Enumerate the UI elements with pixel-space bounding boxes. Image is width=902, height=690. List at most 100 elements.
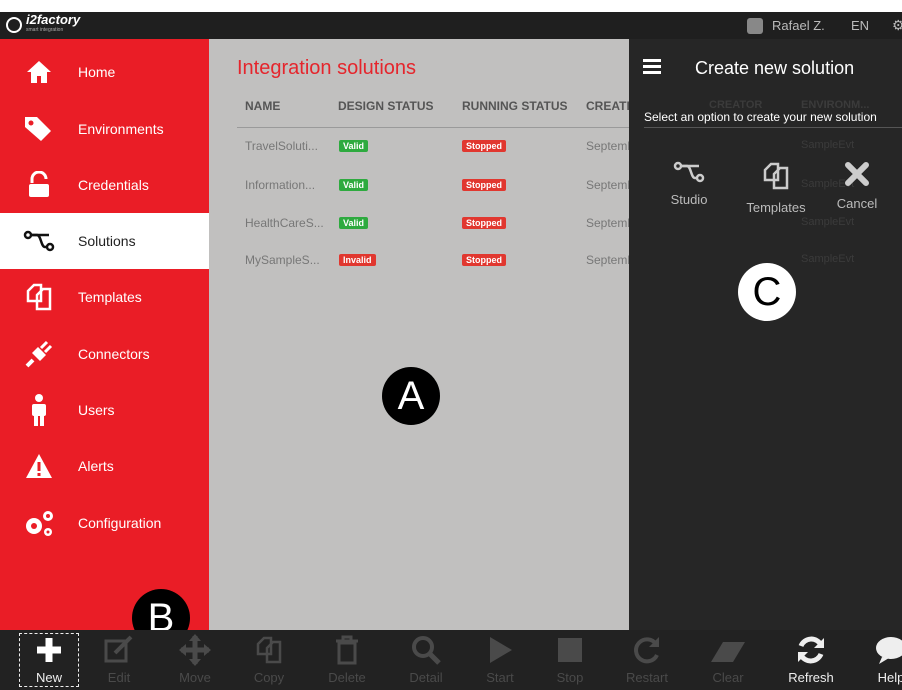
tool-label: Help (877, 670, 902, 685)
sidebar-item-label: Configuration (78, 515, 162, 531)
sidebar-item-label: Templates (78, 289, 142, 305)
column-header-design-status[interactable]: DESIGN STATUS (338, 99, 434, 113)
clear-button[interactable]: Clear (695, 630, 761, 690)
plus-icon (16, 630, 82, 670)
tool-label: Refresh (788, 670, 834, 685)
language-selector[interactable]: EN (851, 18, 869, 33)
solutions-list-area: Integration solutions NAME DESIGN STATUS… (209, 39, 629, 630)
header-divider (237, 127, 629, 128)
cell-name: HealthCareS... (245, 216, 324, 230)
sidebar-item-alerts[interactable]: Alerts (0, 438, 209, 494)
running-status-badge: Stopped (462, 217, 506, 229)
ghost-env-cell: SampleEvt (801, 253, 855, 265)
start-button[interactable]: Start (467, 630, 533, 690)
tool-label: Edit (107, 670, 131, 685)
panel-divider (644, 127, 902, 128)
design-status-badge: Valid (339, 179, 369, 191)
tag-icon (0, 115, 78, 143)
annotation-marker-c: C (738, 263, 796, 321)
refresh-icon (778, 630, 844, 670)
sidebar-item-label: Users (78, 402, 115, 418)
option-cancel[interactable]: Cancel (822, 161, 892, 211)
design-status-badge: Valid (339, 140, 369, 152)
new-button[interactable]: New (16, 630, 82, 690)
sidebar-item-templates[interactable]: Templates (0, 269, 209, 325)
sidebar-item-label: Home (78, 64, 116, 80)
delete-button[interactable]: Delete (314, 630, 380, 690)
tool-label: Copy (253, 670, 285, 685)
logo-mark-icon (6, 17, 22, 33)
stop-button[interactable]: Stop (537, 630, 603, 690)
running-status-badge: Stopped (462, 140, 506, 152)
restart-icon (614, 630, 680, 670)
running-status-badge: Stopped (462, 254, 506, 266)
solutions-icon (0, 230, 78, 252)
copy-icon (0, 282, 78, 312)
tool-label: Restart (626, 670, 668, 685)
cell-creation-date: September 29, 20... (586, 139, 629, 153)
detail-button[interactable]: Detail (393, 630, 459, 690)
home-icon (0, 59, 78, 85)
play-icon (467, 630, 533, 670)
option-label: Studio (670, 192, 708, 207)
warning-icon (0, 452, 78, 480)
restart-button[interactable]: Restart (614, 630, 680, 690)
tool-label: New (35, 670, 62, 685)
running-status-badge: Stopped (462, 179, 506, 191)
sidebar: Home Environments Credentials Solutions … (0, 39, 209, 630)
option-templates[interactable]: Templates (741, 161, 811, 215)
sidebar-item-users[interactable]: Users (0, 382, 209, 438)
option-label: Cancel (836, 196, 878, 211)
sidebar-item-label: Solutions (78, 233, 136, 249)
gears-icon (0, 508, 78, 538)
window-top-strip (0, 0, 902, 12)
refresh-button[interactable]: Refresh (778, 630, 844, 690)
move-button[interactable]: Move (162, 630, 228, 690)
user-avatar[interactable] (747, 18, 763, 34)
sidebar-item-environments[interactable]: Environments (0, 101, 209, 157)
move-icon (162, 630, 228, 670)
edit-button[interactable]: Edit (86, 630, 152, 690)
copy-icon (236, 630, 302, 670)
design-status-badge: Valid (339, 217, 369, 229)
sidebar-item-label: Alerts (78, 458, 114, 474)
cell-name: TravelSoluti... (245, 139, 318, 153)
stop-icon (537, 630, 603, 670)
app-header: i2factory smart integration Rafael Z. EN… (0, 12, 902, 39)
sidebar-item-connectors[interactable]: Connectors (0, 326, 209, 382)
unlock-icon (0, 171, 78, 199)
studio-icon (654, 161, 724, 188)
eraser-icon (695, 630, 761, 670)
tool-label: Move (179, 670, 211, 685)
cell-creation-date: September 29, 20... (586, 178, 629, 192)
sidebar-item-credentials[interactable]: Credentials (0, 157, 209, 213)
column-header-running-status[interactable]: RUNNING STATUS (462, 99, 568, 113)
edit-icon (86, 630, 152, 670)
sidebar-item-home[interactable]: Home (0, 44, 209, 100)
hamburger-menu-icon[interactable] (643, 59, 661, 77)
cell-creation-date: September 29, 20... (586, 216, 629, 230)
help-icon (858, 630, 902, 670)
cell-name: Information... (245, 178, 316, 192)
sidebar-item-label: Connectors (78, 346, 150, 362)
ghost-env-cell: SampleEvt (801, 216, 855, 228)
settings-icon[interactable]: ⚙ (892, 17, 902, 34)
create-solution-panel: CREATOR ENVIRONM... SampleEvt SampleEvt … (629, 39, 902, 630)
tool-label: Clear (712, 670, 744, 685)
column-header-name[interactable]: NAME (245, 99, 280, 113)
sidebar-item-solutions[interactable]: Solutions (0, 213, 209, 269)
trash-icon (314, 630, 380, 670)
column-header-creation-date[interactable]: CREATION DATE (586, 99, 629, 113)
close-icon (822, 161, 892, 192)
bottom-toolbar: New Edit Move Copy Delete Detail Start S… (0, 630, 902, 690)
cell-creation-date: September 29, 20... (586, 253, 629, 267)
tool-label: Start (486, 670, 514, 685)
option-studio[interactable]: Studio (654, 161, 724, 207)
sidebar-item-label: Credentials (78, 177, 149, 193)
tool-label: Detail (409, 670, 443, 685)
help-button[interactable]: Help (858, 630, 902, 690)
copy-button[interactable]: Copy (236, 630, 302, 690)
user-name[interactable]: Rafael Z. (772, 18, 825, 33)
annotation-marker-a: A (382, 367, 440, 425)
sidebar-item-configuration[interactable]: Configuration (0, 495, 209, 551)
